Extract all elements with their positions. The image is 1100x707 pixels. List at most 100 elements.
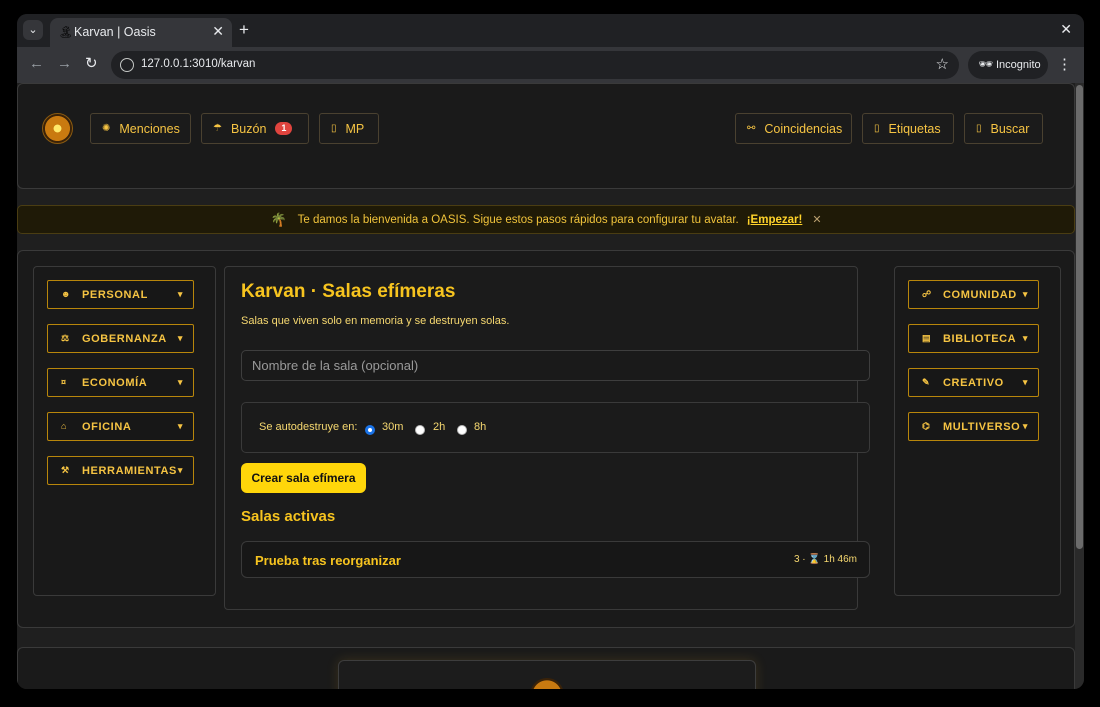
- inbox-label: Buzón: [230, 121, 267, 136]
- left-sidebar: ☻ PERSONAL ▾ ⚖ GOBERNANZA ▾ ¤ ECONOMÍA ▾…: [33, 266, 216, 596]
- oasis-logo-icon[interactable]: [42, 113, 73, 144]
- matches-button[interactable]: ⚯ Coincidencias: [735, 113, 852, 144]
- back-icon[interactable]: ←: [29, 55, 44, 73]
- menu-multiverse[interactable]: ⌬ MULTIVERSO ▾: [908, 412, 1039, 441]
- menu-governance[interactable]: ⚖ GOBERNANZA ▾: [47, 324, 194, 353]
- menu-community[interactable]: ☍ COMUNIDAD ▾: [908, 280, 1039, 309]
- browser-toolbar: ← → ↻ 127.0.0.1:3010/karvan ☆ 🕶 Incognit…: [17, 47, 1084, 83]
- menu-economy[interactable]: ¤ ECONOMÍA ▾: [47, 368, 194, 397]
- radio-8h[interactable]: [457, 425, 467, 435]
- welcome-banner: 🌴 Te damos la bienvenida a OASIS. Sigue …: [17, 205, 1075, 234]
- radio-label-30m[interactable]: 30m: [382, 421, 403, 433]
- caret-down-icon: ▾: [177, 377, 183, 387]
- box-icon: ▯: [976, 123, 982, 134]
- private-messages-button[interactable]: ▯ MP: [319, 113, 379, 144]
- tags-label: Etiquetas: [888, 121, 941, 136]
- address-bar[interactable]: 127.0.0.1:3010/karvan ☆: [111, 51, 959, 79]
- menu-label: ECONOMÍA: [82, 377, 148, 389]
- sun-icon: ✺: [102, 123, 111, 134]
- tab-active[interactable]: 🏝 Karvan | Oasis ✕: [50, 18, 232, 47]
- box-icon: ▯: [331, 123, 337, 134]
- multiverse-icon: ⌬: [922, 421, 931, 431]
- inbox-button[interactable]: ☂ Buzón 1: [201, 113, 309, 144]
- currency-icon: ¤: [61, 377, 67, 387]
- page-viewport: ✺ Menciones ☂ Buzón 1 ▯ MP ⚯ Coincidenci…: [17, 83, 1084, 689]
- caret-down-icon: ▾: [177, 465, 183, 475]
- radio-label-2h[interactable]: 2h: [433, 421, 445, 433]
- page-subtitle: Salas que viven solo en memoria y se des…: [241, 315, 510, 327]
- menu-label: MULTIVERSO: [943, 421, 1021, 433]
- library-icon: ▤: [922, 333, 932, 343]
- radio-label-8h[interactable]: 8h: [474, 421, 486, 433]
- menu-label: CREATIVO: [943, 377, 1004, 389]
- app-header: ✺ Menciones ☂ Buzón 1 ▯ MP ⚯ Coincidenci…: [17, 83, 1075, 189]
- reload-icon[interactable]: ↻: [85, 55, 98, 73]
- right-sidebar: ☍ COMUNIDAD ▾ ▤ BIBLIOTECA ▾ ✎ CREATIVO …: [894, 266, 1061, 596]
- radio-30m[interactable]: [365, 425, 375, 435]
- community-icon: ☍: [922, 289, 932, 299]
- new-tab-button[interactable]: +: [239, 20, 249, 40]
- caret-down-icon: ▾: [1022, 377, 1028, 387]
- active-rooms-heading: Salas activas: [241, 508, 336, 525]
- radio-2h[interactable]: [415, 425, 425, 435]
- menu-library[interactable]: ▤ BIBLIOTECA ▾: [908, 324, 1039, 353]
- menu-label: BIBLIOTECA: [943, 333, 1017, 345]
- scales-icon: ⚖: [61, 333, 70, 343]
- unread-badge: 1: [275, 122, 293, 135]
- dismiss-banner-icon[interactable]: ✕: [812, 213, 821, 226]
- menu-label: OFICINA: [82, 421, 132, 433]
- matches-label: Coincidencias: [764, 121, 843, 136]
- window-close-icon[interactable]: ✕: [1060, 21, 1072, 38]
- mentions-label: Menciones: [119, 121, 180, 136]
- tab-search-dropdown[interactable]: ⌄: [23, 20, 43, 40]
- self-destruct-label: Se autodestruye en:: [259, 421, 358, 433]
- search-button[interactable]: ▯ Buscar: [964, 113, 1043, 144]
- page-title: Karvan · Salas efímeras: [241, 281, 456, 302]
- scrollbar[interactable]: [1075, 83, 1084, 689]
- footer-panel: [338, 660, 756, 689]
- mentions-button[interactable]: ✺ Menciones: [90, 113, 191, 144]
- browser-menu-icon[interactable]: ⋮: [1057, 55, 1072, 73]
- footer: [17, 647, 1075, 689]
- browser-window: ⌄ 🏝 Karvan | Oasis ✕ + ✕ ← → ↻ 127.0.0.1…: [17, 14, 1084, 689]
- incognito-chip[interactable]: 🕶 Incognito: [968, 51, 1048, 79]
- site-info-icon[interactable]: [120, 58, 134, 72]
- scrollbar-thumb[interactable]: [1076, 85, 1083, 549]
- menu-creative[interactable]: ✎ CREATIVO ▾: [908, 368, 1039, 397]
- bookmark-star-icon[interactable]: ☆: [936, 55, 949, 73]
- room-item[interactable]: Prueba tras reorganizar 3 · ⌛ 1h 46m: [241, 541, 870, 578]
- tab-strip: ⌄ 🏝 Karvan | Oasis ✕ + ✕: [17, 14, 1084, 47]
- home-icon: ⌂: [61, 421, 68, 431]
- menu-tools[interactable]: ⚒ HERRAMIENTAS ▾: [47, 456, 194, 485]
- tab-close-icon[interactable]: ✕: [212, 23, 224, 40]
- menu-label: PERSONAL: [82, 289, 148, 301]
- menu-office[interactable]: ⌂ OFICINA ▾: [47, 412, 194, 441]
- room-meta: 3 · ⌛ 1h 46m: [793, 554, 857, 565]
- start-link[interactable]: ¡Empezar!: [747, 214, 803, 226]
- caret-down-icon: ▾: [1022, 289, 1028, 299]
- menu-label: GOBERNANZA: [82, 333, 167, 345]
- mp-label: MP: [345, 121, 365, 136]
- room-name[interactable]: Prueba tras reorganizar: [255, 553, 401, 568]
- tools-icon: ⚒: [61, 465, 70, 475]
- menu-personal[interactable]: ☻ PERSONAL ▾: [47, 280, 194, 309]
- caret-down-icon: ▾: [177, 421, 183, 431]
- menu-label: HERRAMIENTAS: [82, 465, 177, 477]
- welcome-text: Te damos la bienvenida a OASIS. Sigue es…: [297, 213, 739, 226]
- menu-label: COMUNIDAD: [943, 289, 1017, 301]
- karvan-panel: Karvan · Salas efímeras Salas que viven …: [224, 266, 870, 610]
- box-icon: ▯: [874, 123, 880, 134]
- self-destruct-options: Se autodestruye en: 30m 2h 8h: [241, 402, 870, 453]
- url-text[interactable]: 127.0.0.1:3010/karvan: [141, 58, 255, 70]
- main-section: ☻ PERSONAL ▾ ⚖ GOBERNANZA ▾ ¤ ECONOMÍA ▾…: [17, 250, 1075, 628]
- person-icon: ☻: [61, 289, 72, 299]
- pencil-icon: ✎: [922, 377, 931, 387]
- forward-icon[interactable]: →: [57, 55, 72, 73]
- tags-button[interactable]: ▯ Etiquetas: [862, 113, 954, 144]
- incognito-label: Incognito: [996, 59, 1041, 71]
- caret-down-icon: ▾: [177, 289, 183, 299]
- create-room-button[interactable]: Crear sala efímera: [241, 463, 366, 493]
- caret-down-icon: ▾: [1022, 333, 1028, 343]
- room-name-input[interactable]: [241, 350, 870, 381]
- umbrella-icon: ☂: [213, 123, 222, 134]
